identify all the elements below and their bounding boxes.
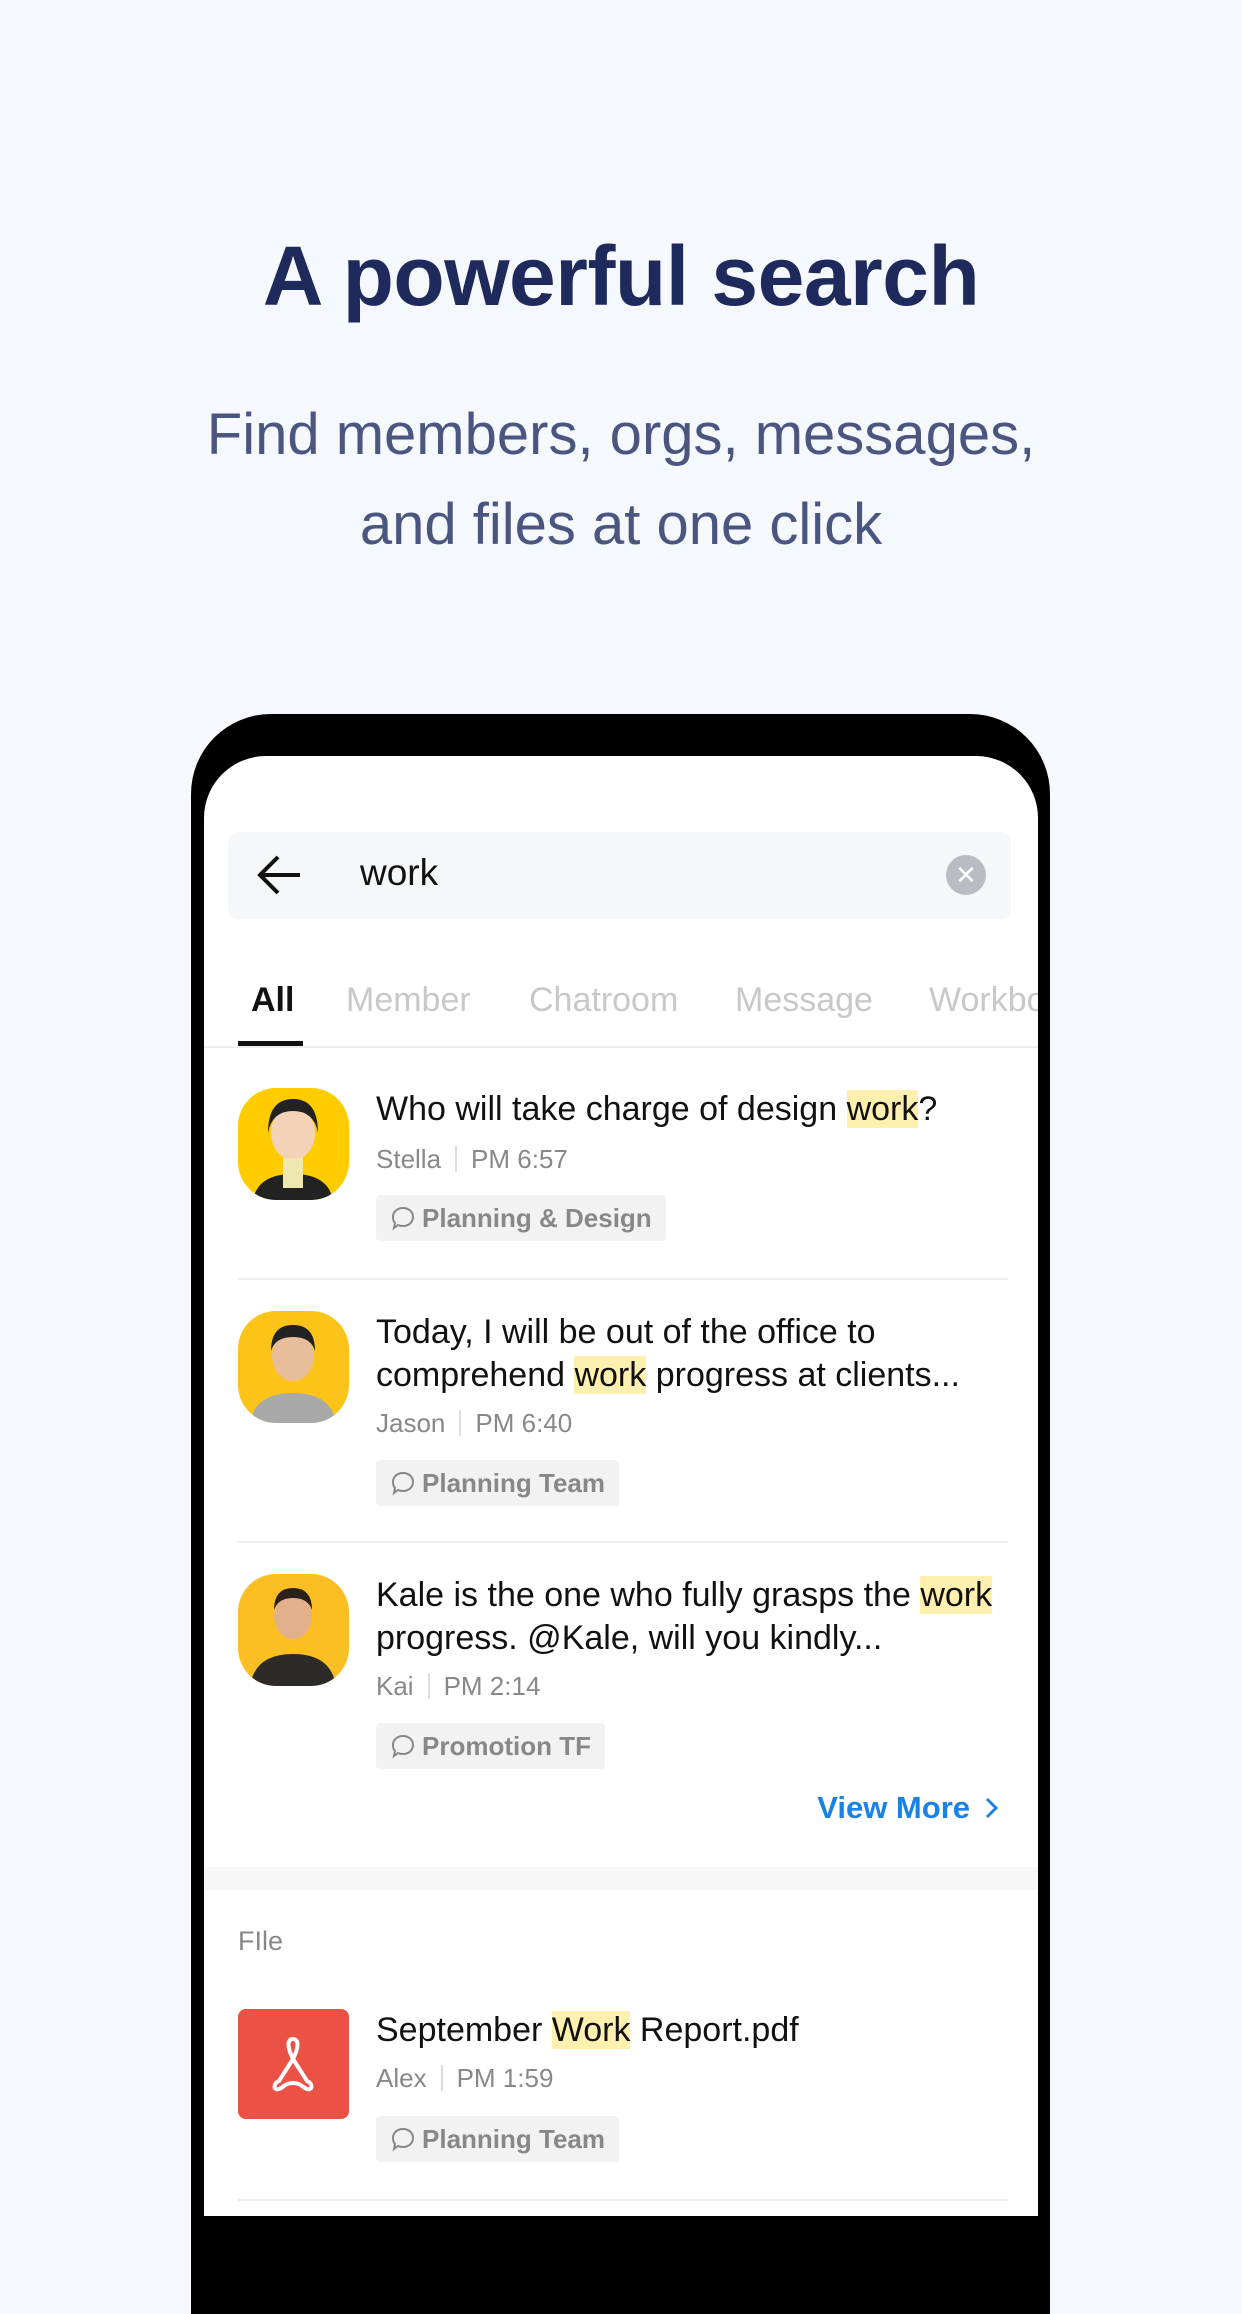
headline: A powerful search — [262, 229, 980, 323]
highlight: work — [920, 1576, 993, 1614]
chevron-right-icon — [985, 1797, 998, 1819]
divider — [238, 2199, 1008, 2201]
tab-workbox[interactable]: Workbo — [929, 981, 1038, 1020]
chat-bubble-icon — [391, 1206, 415, 1231]
chatroom-tag[interactable]: Promotion TF — [376, 1723, 605, 1769]
message-result[interactable]: Who will take charge of design work? Ste… — [204, 1088, 1038, 1278]
message-result[interactable]: Today, I will be out of the office to co… — [204, 1311, 1038, 1511]
pdf-icon — [238, 2009, 349, 2119]
search-input[interactable]: work — [360, 852, 438, 894]
subtitle-line: and files at one click — [359, 492, 883, 557]
chatroom-tag[interactable]: Planning Team — [376, 2116, 619, 2162]
chatroom-tag[interactable]: Planning & Design — [376, 1195, 666, 1241]
section-label-file: FIle — [238, 1926, 284, 1956]
tab-all[interactable]: All — [251, 981, 294, 1020]
avatar — [238, 1311, 349, 1423]
message-result[interactable]: Kale is the one who fully grasps the wor… — [204, 1574, 1038, 1774]
chatroom-tag[interactable]: Planning Team — [376, 1460, 619, 1506]
file-result[interactable]: September Work Report.pdf Alex PM 1:59 Pl… — [204, 2009, 1038, 2179]
message-text: Who will take charge of design work? — [376, 1090, 938, 1128]
subtitle: Find members, orgs, messages, and files … — [0, 390, 1242, 570]
message-text: Today, I will be out of the office to co… — [376, 1313, 960, 1394]
divider — [238, 1541, 1008, 1543]
tab-member[interactable]: Member — [346, 981, 471, 1020]
highlight: work — [846, 1090, 919, 1128]
highlight: Work — [551, 2011, 631, 2049]
message-text: Kale is the one who fully grasps the wor… — [376, 1576, 993, 1657]
highlight: work — [574, 1356, 647, 1394]
file-meta: Alex PM 1:59 — [376, 2063, 554, 2093]
search-bar[interactable]: work ✕ — [228, 832, 1011, 919]
chat-bubble-icon — [391, 1471, 415, 1496]
subtitle-line: Find members, orgs, messages, — [206, 402, 1036, 467]
tab-message[interactable]: Message — [735, 981, 873, 1020]
section-separator — [204, 1867, 1038, 1890]
message-meta: Jason PM 6:40 — [376, 1408, 573, 1438]
tab-chatroom[interactable]: Chatroom — [529, 981, 678, 1020]
chat-bubble-icon — [391, 2127, 415, 2152]
close-circle-icon[interactable]: ✕ — [946, 855, 986, 895]
chat-bubble-icon — [391, 1734, 415, 1759]
avatar — [238, 1574, 349, 1686]
avatar — [238, 1088, 349, 1200]
file-name: September Work Report.pdf — [376, 2011, 799, 2049]
arrow-left-icon[interactable] — [256, 854, 302, 896]
phone-screen: work ✕ All Member Chatroom Message Workb… — [204, 756, 1038, 2216]
view-more-link[interactable]: View More — [817, 1790, 998, 1826]
message-meta: Kai PM 2:14 — [376, 1671, 541, 1701]
message-meta: Stella PM 6:57 — [376, 1144, 568, 1174]
divider — [238, 1278, 1008, 1280]
divider — [204, 1046, 1038, 1048]
